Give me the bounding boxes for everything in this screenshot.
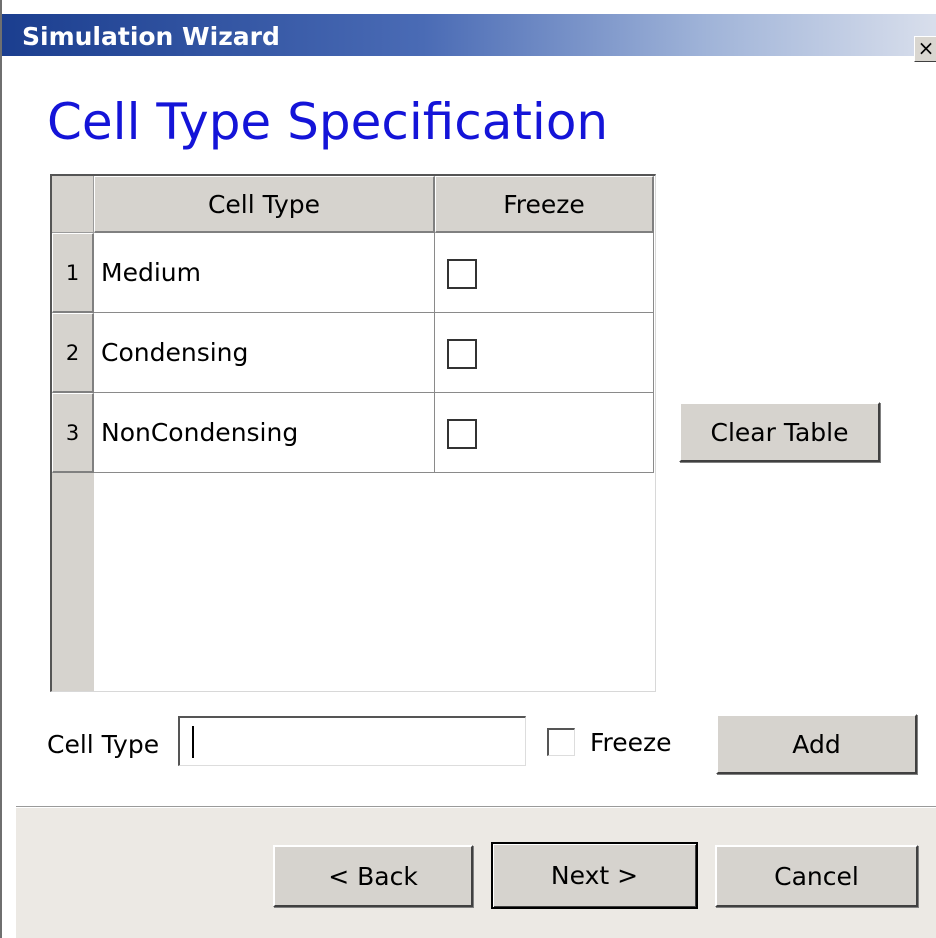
cell-type-cell[interactable]: Condensing [94, 313, 435, 393]
page-title: Cell Type Specification [47, 93, 609, 151]
cell-type-input[interactable] [178, 716, 526, 766]
freeze-cell[interactable] [435, 233, 654, 313]
freeze-cell[interactable] [435, 313, 654, 393]
back-button[interactable]: < Back [273, 845, 473, 907]
freeze-cell[interactable] [435, 393, 654, 473]
table-row[interactable]: 3 NonCondensing [52, 393, 654, 473]
row-number[interactable]: 1 [52, 233, 94, 313]
title-bar: Simulation Wizard × [2, 14, 936, 62]
cell-type-label: Cell Type [47, 730, 160, 759]
column-header-freeze[interactable]: Freeze [435, 176, 654, 233]
freeze-checkbox[interactable] [447, 259, 477, 289]
next-button[interactable]: Next > [491, 842, 698, 909]
cell-type-table: Cell Type Freeze 1 Medium 2 Condensing 3… [50, 174, 656, 692]
close-icon[interactable]: × [914, 36, 936, 62]
table-corner [52, 176, 94, 233]
table-row[interactable]: 1 Medium [52, 233, 654, 313]
column-header-cell-type[interactable]: Cell Type [94, 176, 435, 233]
table-row[interactable]: 2 Condensing [52, 313, 654, 393]
simulation-wizard-window: Simulation Wizard × Cell Type Specificat… [0, 0, 936, 938]
row-number[interactable]: 2 [52, 313, 94, 393]
cell-type-cell[interactable]: NonCondensing [94, 393, 435, 473]
text-cursor [192, 726, 194, 758]
row-number[interactable]: 3 [52, 393, 94, 473]
clear-table-button[interactable]: Clear Table [679, 402, 880, 462]
window-title: Simulation Wizard [22, 22, 280, 51]
freeze-checkbox[interactable] [447, 419, 477, 449]
freeze-checkbox-input[interactable] [547, 728, 575, 756]
cell-type-cell[interactable]: Medium [94, 233, 435, 313]
freeze-checkbox[interactable] [447, 339, 477, 369]
cancel-button[interactable]: Cancel [715, 845, 918, 907]
add-button[interactable]: Add [716, 714, 917, 774]
freeze-label[interactable]: Freeze [590, 728, 672, 757]
